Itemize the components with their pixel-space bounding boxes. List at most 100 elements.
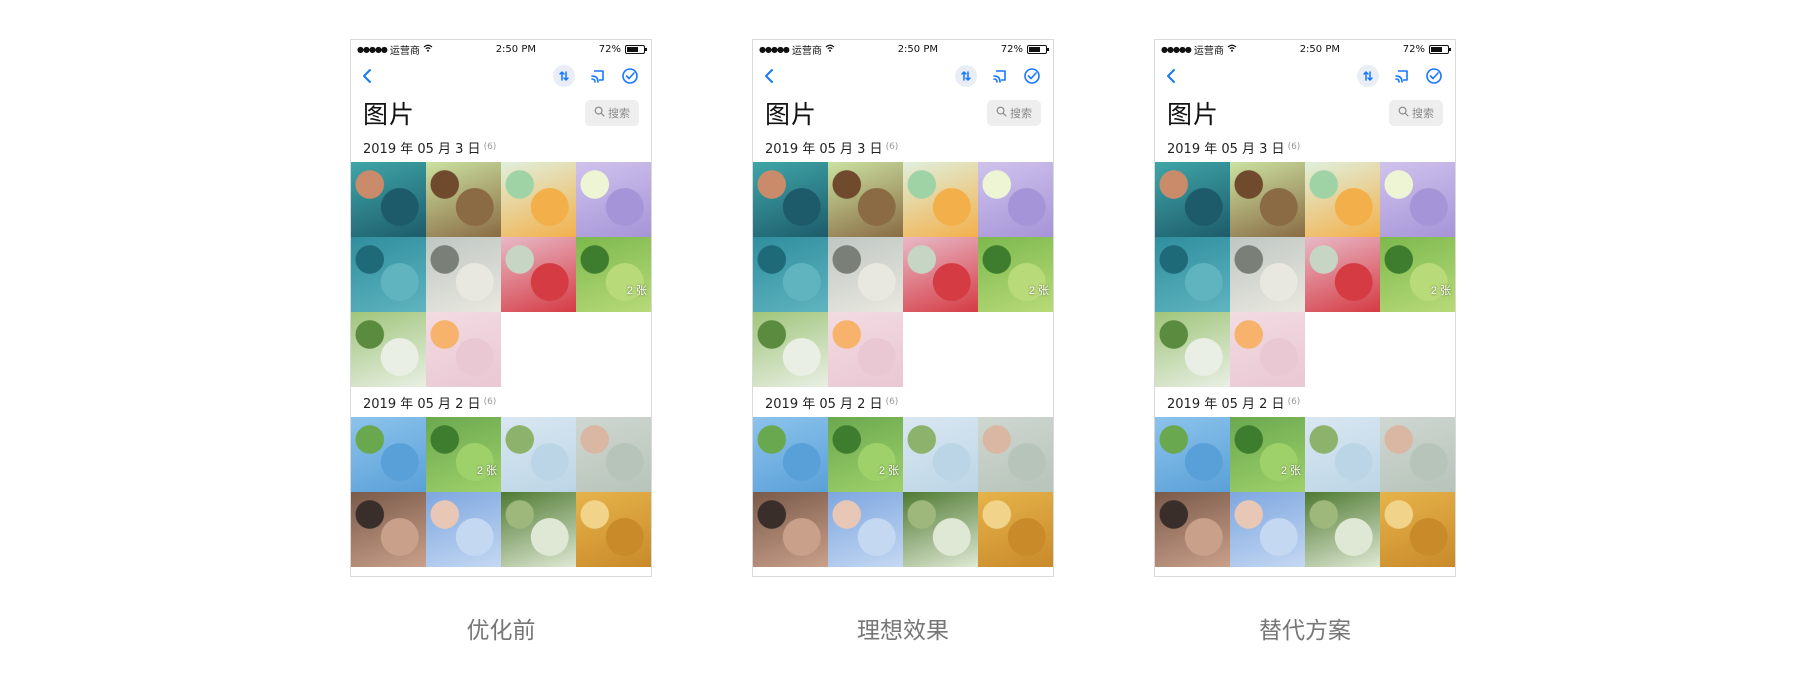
cast-icon[interactable]: [991, 67, 1009, 85]
photo-thumbnail[interactable]: [1230, 312, 1305, 387]
photo-thumbnail[interactable]: [501, 492, 576, 567]
section-count: (6): [885, 142, 899, 152]
photo-thumbnail[interactable]: [1155, 492, 1230, 567]
search-icon: [996, 106, 1007, 120]
photo-thumbnail[interactable]: [351, 312, 426, 387]
sort-icon[interactable]: [553, 65, 575, 87]
sort-icon[interactable]: [955, 65, 977, 87]
cast-icon[interactable]: [589, 67, 607, 85]
cast-icon[interactable]: [1393, 67, 1411, 85]
status-bar: ●●●●● 运营商 2:50 PM 72%: [351, 40, 651, 58]
photo-thumbnail[interactable]: [1230, 237, 1305, 312]
section-date-header: 2019 年 05 月 2 日 (6): [1155, 387, 1455, 417]
photo-thumbnail[interactable]: [1230, 492, 1305, 567]
battery-level: [1431, 46, 1442, 52]
photo-thumbnail[interactable]: [351, 492, 426, 567]
status-left: ●●●●● 运营商: [357, 42, 433, 57]
photo-thumbnail[interactable]: [1380, 417, 1455, 492]
photo-thumbnail[interactable]: [1230, 162, 1305, 237]
page-title: 图片: [363, 100, 416, 129]
photo-thumbnail[interactable]: 2 张: [828, 417, 903, 492]
photo-thumbnail[interactable]: [426, 162, 501, 237]
photo-thumbnail[interactable]: [576, 492, 651, 567]
photo-thumbnail[interactable]: [1380, 492, 1455, 567]
photo-thumbnail[interactable]: [978, 417, 1053, 492]
photo-thumbnail[interactable]: [351, 417, 426, 492]
photo-thumbnail[interactable]: [576, 162, 651, 237]
photo-thumbnail[interactable]: [828, 237, 903, 312]
phone-mockup-1: ●●●●● 运营商 2:50 PM 72% 图片 搜索 2019 年 05 月 …: [350, 39, 652, 645]
photo-thumbnail[interactable]: [1155, 312, 1230, 387]
search-button[interactable]: 搜索: [987, 100, 1041, 126]
photo-group-label: 2 张: [1028, 285, 1049, 297]
photo-thumbnail[interactable]: [978, 162, 1053, 237]
photo-thumbnail[interactable]: [426, 492, 501, 567]
photo-thumbnail[interactable]: [351, 162, 426, 237]
photo-thumbnail[interactable]: [753, 312, 828, 387]
photo-thumbnail[interactable]: [753, 492, 828, 567]
photo-thumbnail[interactable]: [903, 417, 978, 492]
photo-thumbnail[interactable]: [426, 312, 501, 387]
photo-thumbnail[interactable]: [1380, 162, 1455, 237]
photo-thumbnail[interactable]: [501, 162, 576, 237]
status-left: ●●●●● 运营商: [759, 42, 835, 57]
status-left: ●●●●● 运营商: [1161, 42, 1237, 57]
wifi-icon: [423, 44, 433, 55]
check-circle-icon[interactable]: [1023, 67, 1041, 85]
photo-thumbnail[interactable]: [501, 417, 576, 492]
section-count: (6): [1287, 142, 1301, 152]
status-time: 2:50 PM: [1299, 43, 1340, 55]
photo-thumbnail[interactable]: [501, 237, 576, 312]
photo-thumbnail[interactable]: [1155, 237, 1230, 312]
check-circle-icon[interactable]: [621, 67, 639, 85]
photo-thumbnail[interactable]: [753, 417, 828, 492]
photo-group-label: 2 张: [626, 285, 647, 297]
photo-grid: 2 张: [351, 417, 651, 567]
photo-thumbnail[interactable]: [828, 312, 903, 387]
photo-sections: 2019 年 05 月 3 日 (6) 2 张 2019 年 05 月 2 日 (6) 2…: [351, 132, 651, 567]
photo-thumbnail[interactable]: 2 张: [1230, 417, 1305, 492]
status-right: 72%: [599, 44, 647, 55]
photo-thumbnail[interactable]: [903, 237, 978, 312]
photo-group-label: 2 张: [1430, 285, 1451, 297]
variant-caption: 优化前: [466, 618, 536, 644]
photo-thumbnail[interactable]: [828, 492, 903, 567]
page-title: 图片: [1167, 100, 1220, 129]
back-icon[interactable]: [1165, 68, 1177, 84]
photo-thumbnail[interactable]: [351, 237, 426, 312]
photo-thumbnail[interactable]: [1155, 162, 1230, 237]
section-date: 2019 年 05 月 2 日: [1167, 396, 1285, 412]
photo-thumbnail[interactable]: [978, 492, 1053, 567]
photo-thumbnail[interactable]: [1155, 417, 1230, 492]
photo-thumbnail[interactable]: [753, 162, 828, 237]
battery-percent: 72%: [1000, 43, 1023, 55]
check-circle-icon[interactable]: [1425, 67, 1443, 85]
photo-thumbnail[interactable]: [1305, 237, 1380, 312]
photo-thumbnail[interactable]: 2 张: [1380, 237, 1455, 312]
search-button[interactable]: 搜索: [585, 100, 639, 126]
photo-thumbnail[interactable]: 2 张: [426, 417, 501, 492]
photo-group-label: 2 张: [1280, 465, 1301, 477]
nav-bar: [753, 58, 1053, 94]
photo-thumbnail[interactable]: 2 张: [576, 237, 651, 312]
photo-thumbnail[interactable]: [426, 237, 501, 312]
search-icon: [594, 106, 605, 120]
photo-thumbnail[interactable]: [828, 162, 903, 237]
photo-thumbnail[interactable]: [753, 237, 828, 312]
back-icon[interactable]: [763, 68, 775, 84]
sort-icon[interactable]: [1357, 65, 1379, 87]
photo-thumbnail[interactable]: [576, 417, 651, 492]
battery-icon: [625, 44, 647, 54]
photo-thumbnail[interactable]: [1305, 417, 1380, 492]
photo-thumbnail[interactable]: [1305, 492, 1380, 567]
photo-thumbnail[interactable]: [903, 492, 978, 567]
photo-thumbnail[interactable]: [1305, 162, 1380, 237]
photo-thumbnail[interactable]: [903, 162, 978, 237]
photo-thumbnail[interactable]: 2 张: [978, 237, 1053, 312]
search-button[interactable]: 搜索: [1389, 100, 1443, 126]
section-count: (6): [1287, 397, 1301, 407]
back-icon[interactable]: [361, 68, 373, 84]
photo-grid: 2 张: [1155, 162, 1455, 387]
photo-grid: 2 张: [1155, 417, 1455, 567]
section-date: 2019 年 05 月 3 日: [1167, 141, 1285, 157]
